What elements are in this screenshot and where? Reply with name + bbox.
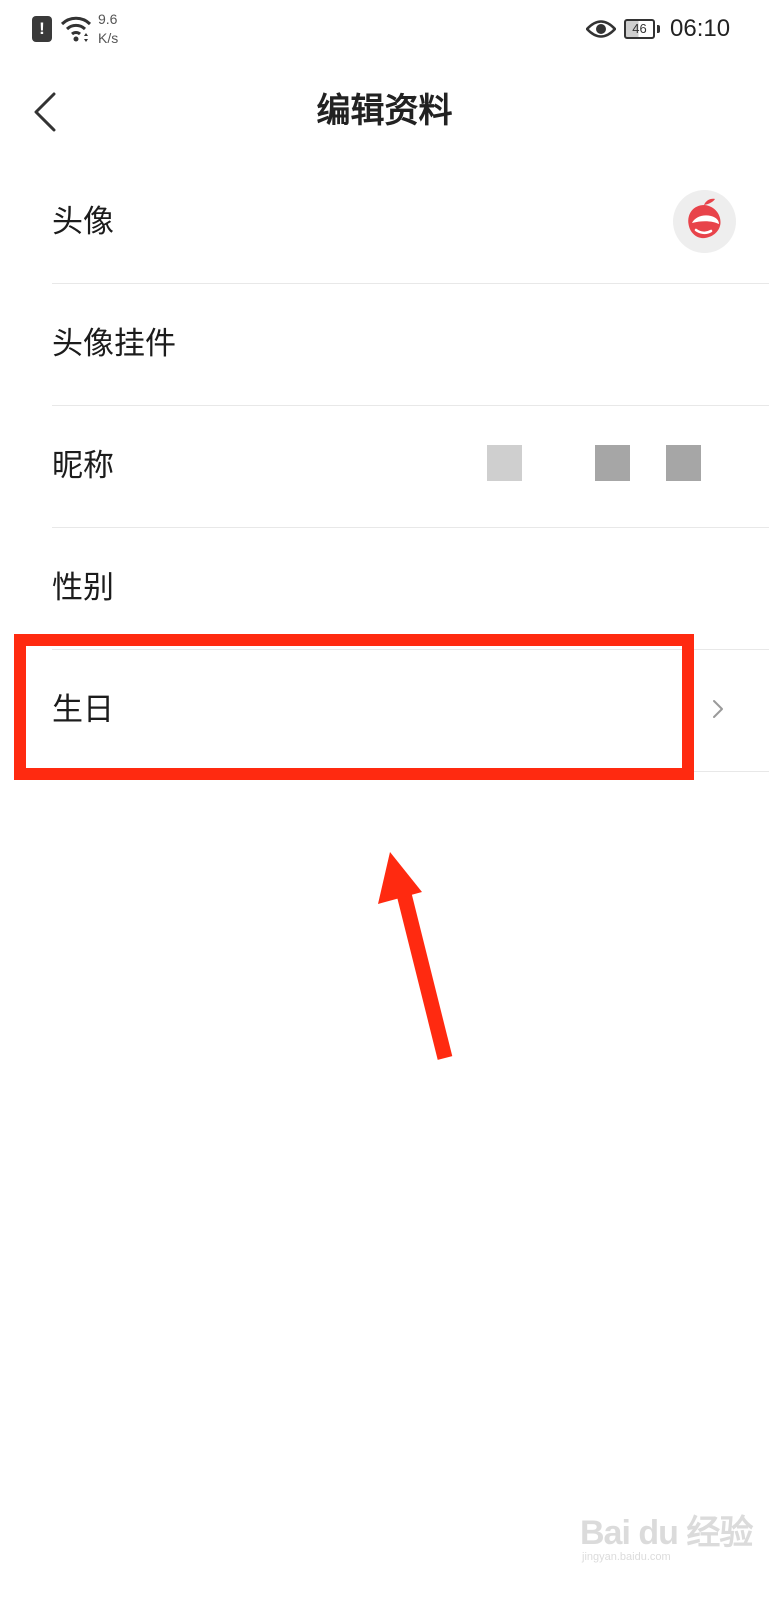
alert-icon: ! bbox=[32, 16, 52, 42]
highlight-box bbox=[14, 634, 694, 780]
eye-icon bbox=[586, 20, 616, 38]
chevron-left-icon bbox=[34, 92, 56, 132]
watermark-brand: Bai du 经验 bbox=[580, 1514, 753, 1552]
watermark-url: jingyan.baidu.com bbox=[582, 1551, 671, 1563]
mosaic-block bbox=[595, 445, 630, 481]
nickname-value-mosaic bbox=[487, 445, 707, 485]
mosaic-block bbox=[666, 445, 701, 481]
mosaic-block bbox=[487, 445, 522, 481]
row-label-avatar-pendant: 头像挂件 bbox=[52, 326, 176, 362]
clock: 06:10 bbox=[670, 15, 731, 42]
battery-icon: 46 bbox=[624, 19, 661, 41]
chevron-right-icon bbox=[713, 700, 723, 718]
row-label-gender: 性别 bbox=[52, 570, 114, 606]
network-speed: 9.6 K/s bbox=[98, 10, 138, 48]
network-speed-unit: K/s bbox=[98, 30, 119, 46]
settings-row-avatar-pendant[interactable]: 头像挂件 bbox=[52, 284, 769, 406]
page-title: 编辑资料 bbox=[316, 91, 453, 131]
red-apple-logo-icon bbox=[688, 198, 721, 239]
network-speed-value: 9.6 bbox=[98, 11, 118, 27]
annotation-arrow bbox=[378, 852, 453, 1060]
status-bar: ! 9.6 K/s 46 06:10 bbox=[0, 0, 769, 62]
settings-row-gender[interactable]: 性别 bbox=[52, 528, 769, 650]
battery-tip bbox=[657, 25, 660, 33]
settings-row-avatar[interactable]: 头像 bbox=[52, 162, 769, 284]
row-label-avatar: 头像 bbox=[52, 204, 114, 240]
baidu-jingyan-watermark: Bai du 经验 jingyan.baidu.com bbox=[580, 1505, 760, 1575]
back-button[interactable] bbox=[26, 86, 74, 138]
app-header: 编辑资料 bbox=[0, 62, 769, 162]
settings-row-nickname[interactable]: 昵称 bbox=[52, 406, 769, 528]
wifi-icon bbox=[60, 16, 92, 42]
row-label-nickname: 昵称 bbox=[52, 448, 114, 484]
avatar[interactable] bbox=[673, 190, 736, 253]
battery-level: 46 bbox=[624, 19, 655, 39]
